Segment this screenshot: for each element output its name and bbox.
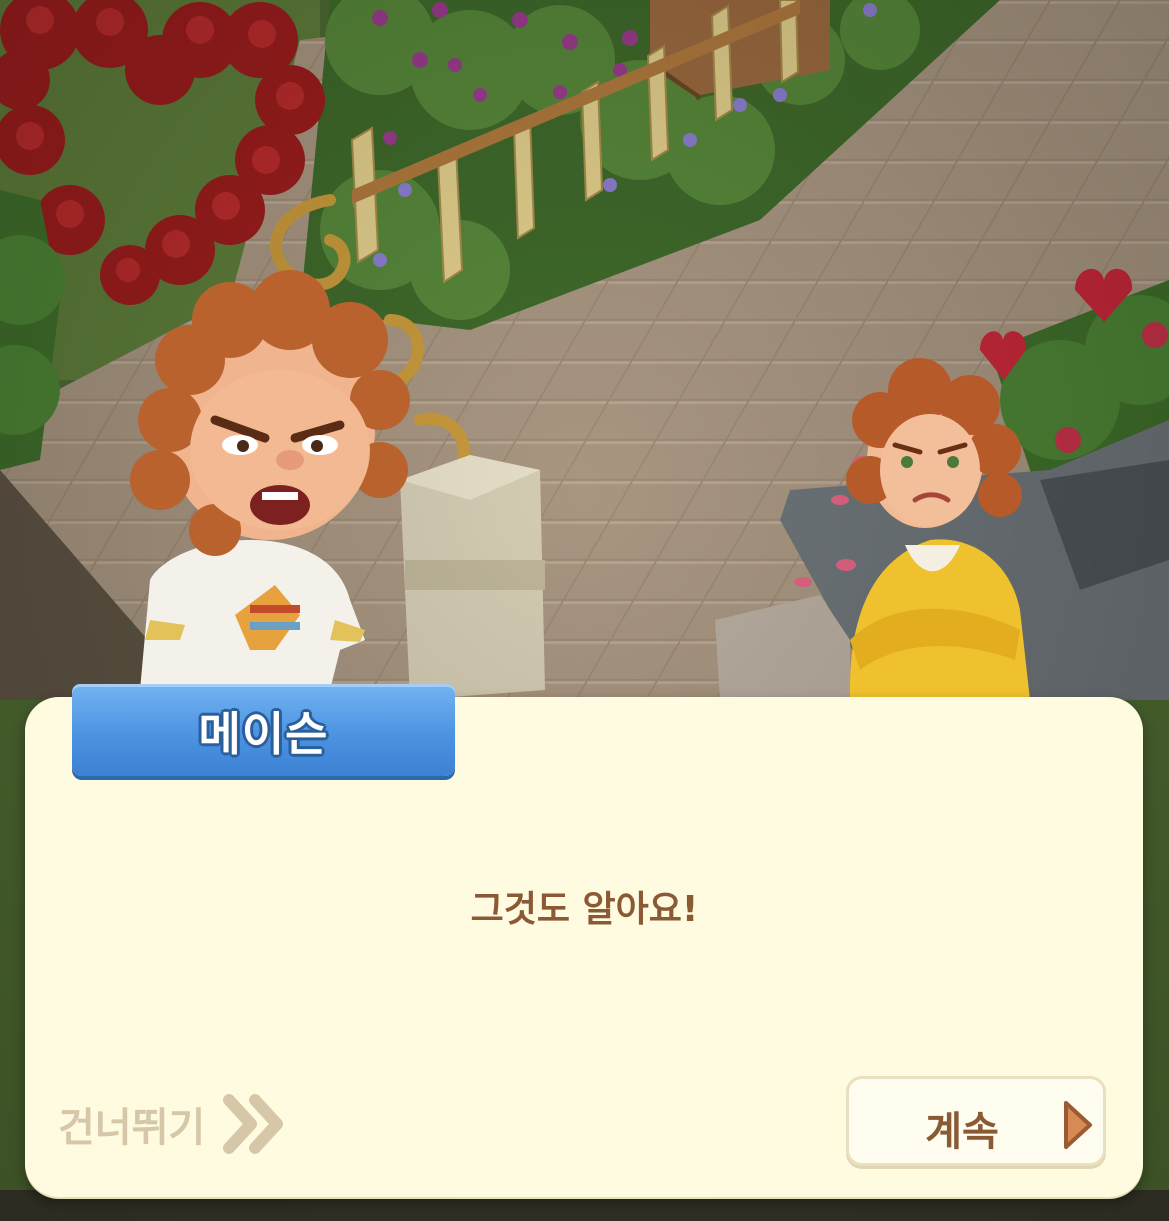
continue-button[interactable]: 계속 — [846, 1076, 1106, 1166]
speaker-name: 메이슨 — [198, 707, 329, 761]
continue-label: 계속 — [925, 1109, 999, 1155]
dialogue-text: 그것도 알아요! — [470, 889, 699, 930]
speaker-name-plate: 메이슨 — [72, 684, 455, 776]
skip-button[interactable]: 건너뛰기 — [58, 1094, 287, 1154]
play-triangle-icon — [1064, 1101, 1092, 1149]
double-chevron-right-icon — [223, 1094, 284, 1154]
skip-label: 건너뛰기 — [58, 1105, 206, 1151]
